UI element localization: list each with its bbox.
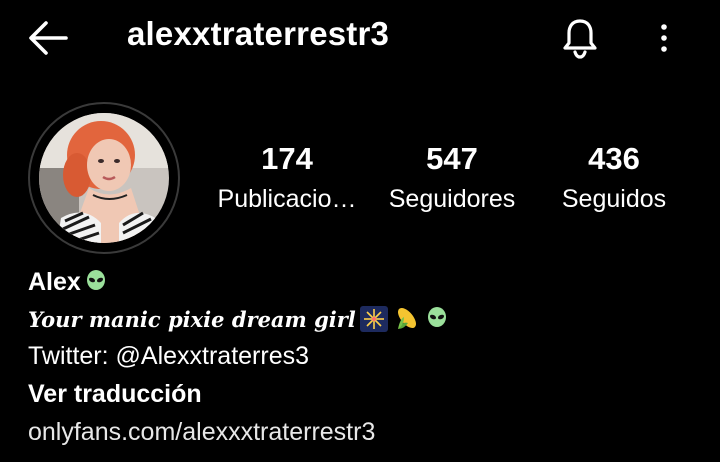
followers-count[interactable]: 547 Seguidores: [372, 140, 532, 216]
followers-count-value: 547: [426, 141, 478, 176]
followers-count-label: Seguidores: [388, 185, 516, 213]
top-app-bar: alexxtraterrestr3: [0, 0, 720, 76]
corn-emoji: [397, 308, 416, 329]
bio-tagline-line: Your manic pixie dream girl: [28, 305, 708, 333]
back-button[interactable]: [24, 16, 72, 60]
alien-emoji: [427, 307, 446, 327]
profile-avatar[interactable]: [28, 102, 180, 254]
bio-name-line: Alex: [28, 268, 708, 297]
more-vertical-icon: [661, 24, 667, 52]
alien-emoji: [86, 270, 105, 290]
arrow-left-icon: [29, 21, 68, 55]
bio-name: Alex: [28, 268, 81, 296]
see-translation-link[interactable]: Ver traducción: [28, 380, 708, 409]
bio-twitter: Twitter: @Alexxtraterres3: [28, 342, 310, 370]
following-count-label: Seguidos: [561, 185, 667, 213]
profile-photo: [39, 113, 169, 243]
profile-username: alexxtraterrestr3: [127, 15, 390, 52]
following-count[interactable]: 436 Seguidos: [534, 140, 694, 216]
bio-tagline: Your manic pixie dream girl: [28, 307, 356, 332]
fireworks-emoji: [359, 306, 388, 332]
following-count-value: 436: [588, 141, 640, 176]
posts-count[interactable]: 174 Publicacio…: [207, 140, 367, 216]
bio-website-link[interactable]: onlyfans.com/alexxxtraterrestr3: [28, 418, 708, 447]
bell-icon: [563, 19, 597, 59]
posts-count-label: Publicacio…: [217, 185, 357, 213]
notifications-button[interactable]: [556, 16, 604, 60]
posts-count-value: 174: [261, 141, 313, 176]
more-options-button[interactable]: [646, 16, 682, 60]
